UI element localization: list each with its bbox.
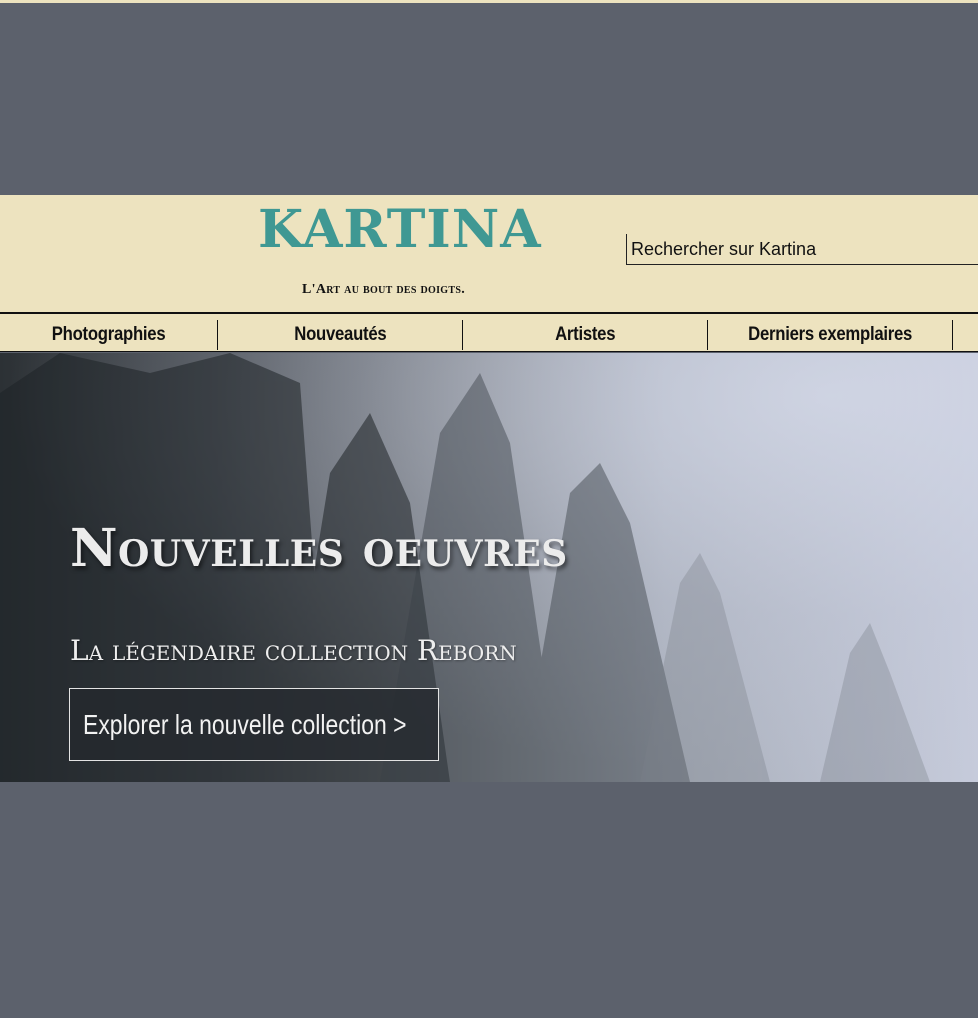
brand-tagline: L'Art au bout des doigts.: [302, 282, 466, 297]
explore-collection-label: Explorer la nouvelle collection >: [83, 708, 407, 740]
hero-title: Nouvelles oeuvres: [70, 518, 568, 579]
nav-item-label: Artistes: [554, 324, 616, 345]
nav-item-label: Derniers exemplaires: [748, 324, 912, 345]
hero-banner: Nouvelles oeuvres La légendaire collecti…: [0, 353, 978, 782]
nav-item-label: Nouveautés: [293, 324, 387, 345]
nav-item-nouveautes[interactable]: Nouveautés: [218, 320, 463, 350]
search-input[interactable]: [626, 234, 978, 265]
hero-subtitle: La légendaire collection Reborn: [70, 634, 517, 667]
nav-item-derniers-exemplaires[interactable]: Derniers exemplaires: [708, 320, 953, 350]
main-nav: Photographies Nouveautés Artistes Dernie…: [0, 312, 978, 352]
nav-item-artistes[interactable]: Artistes: [463, 320, 708, 350]
top-strip: [0, 0, 978, 3]
nav-item-photographies[interactable]: Photographies: [0, 320, 218, 350]
explore-collection-button[interactable]: Explorer la nouvelle collection >: [69, 688, 439, 761]
nav-item-label: Photographies: [51, 324, 166, 345]
brand-logo[interactable]: KARTINA: [258, 200, 548, 260]
